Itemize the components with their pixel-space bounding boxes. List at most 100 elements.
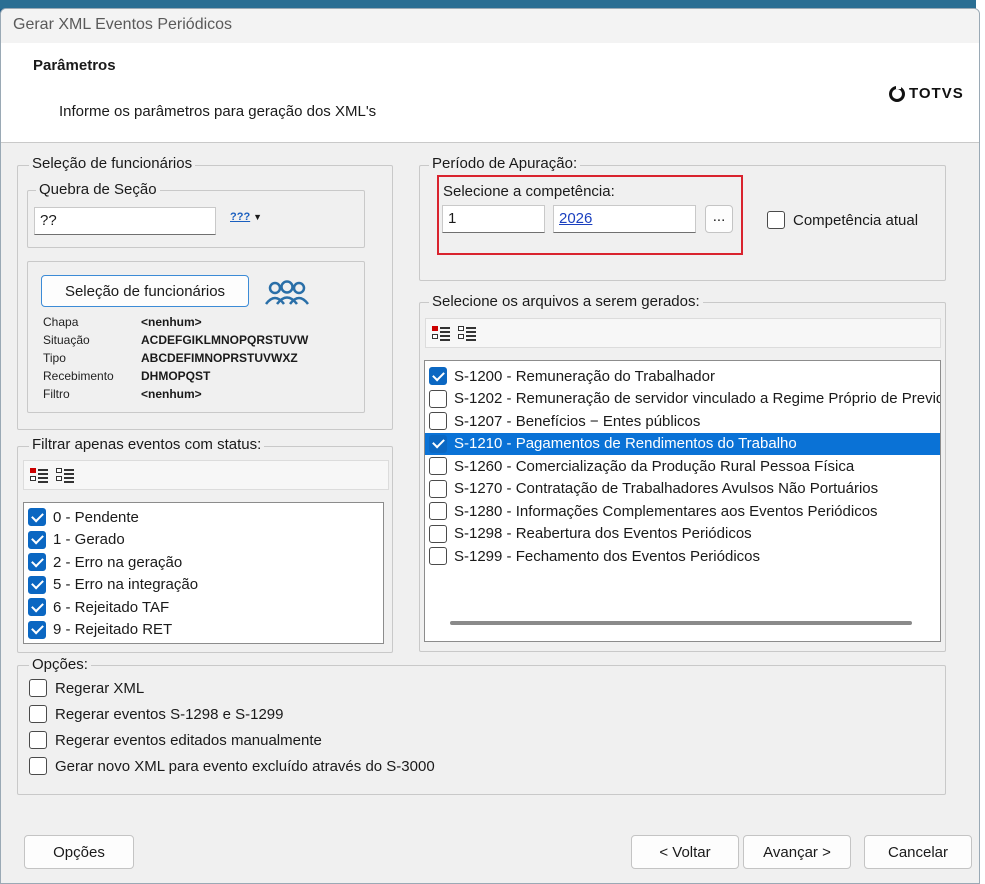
arquivos-checkbox[interactable]: [429, 389, 447, 408]
competencia-atual-checkbox[interactable]: Competência atual: [767, 209, 918, 231]
arquivos-item[interactable]: S-1298 - Reabertura dos Eventos Periódic…: [429, 523, 940, 546]
quebra-selector-button[interactable]: ??? ▼: [230, 211, 262, 223]
title-bar[interactable]: Gerar XML Eventos Periódicos: [1, 9, 979, 43]
opcoes-checkbox[interactable]: [29, 731, 47, 749]
totvs-logo: TOTVS: [889, 84, 964, 102]
opcoes-label: Gerar novo XML para evento excluído atra…: [55, 757, 435, 775]
arquivos-item[interactable]: S-1270 - Contratação de Trabalhadores Av…: [429, 478, 940, 501]
opcoes-label: Regerar eventos S-1298 e S-1299: [55, 705, 284, 723]
arquivos-item[interactable]: S-1202 - Remuneração de servidor vincula…: [429, 388, 940, 411]
status-item[interactable]: 1 - Gerado: [28, 529, 383, 552]
opcoes-group-label: Opções:: [29, 656, 91, 673]
status-checkbox[interactable]: [28, 530, 46, 549]
competencia-label: Selecione a competência:: [443, 183, 615, 200]
opcoes-item[interactable]: Gerar novo XML para evento excluído atra…: [29, 755, 435, 777]
logo-ring-icon: [889, 84, 905, 102]
status-list[interactable]: 0 - Pendente 1 - Gerado 2 - Erro na geraçã…: [23, 502, 384, 644]
avancar-button[interactable]: Avançar >: [743, 835, 851, 869]
uncheck-all-icon[interactable]: [56, 467, 74, 483]
page-subtitle: Informe os parâmetros para geração dos X…: [59, 103, 377, 120]
status-item[interactable]: 9 - Rejeitado RET: [28, 619, 383, 642]
status-label: 9 - Rejeitado RET: [53, 621, 173, 639]
opcoes-button[interactable]: Opções: [24, 835, 134, 869]
status-label: 6 - Rejeitado TAF: [53, 598, 170, 616]
opcoes-label: Regerar eventos editados manualmente: [55, 731, 322, 749]
arquivos-label: S-1210 - Pagamentos de Rendimentos do Tr…: [454, 435, 797, 453]
month-input[interactable]: 1: [442, 205, 545, 233]
status-item[interactable]: 6 - Rejeitado TAF: [28, 596, 383, 619]
dialog-window: Gerar XML Eventos Periódicos Parâmetros …: [0, 8, 980, 884]
arquivos-checkbox[interactable]: [429, 412, 447, 431]
quebra-input[interactable]: ??: [34, 207, 216, 235]
year-input[interactable]: 2026: [553, 205, 696, 233]
arquivos-label: S-1299 - Fechamento dos Eventos Periódic…: [454, 547, 760, 565]
arquivos-item[interactable]: S-1200 - Remuneração do Trabalhador: [429, 365, 940, 388]
opcoes-list: Regerar XML Regerar eventos S-1298 e S-12…: [29, 677, 929, 789]
opcoes-item[interactable]: Regerar XML: [29, 677, 144, 699]
status-checkbox[interactable]: [28, 508, 46, 527]
wizard-header: Parâmetros Informe os parâmetros para ge…: [1, 43, 979, 143]
arquivos-label: S-1207 - Benefícios − Entes públicos: [454, 412, 701, 430]
arquivos-group-label: Selecione os arquivos a serem gerados:: [429, 293, 703, 310]
arquivos-checkbox[interactable]: [429, 479, 447, 498]
selecao-funcionarios-button[interactable]: Seleção de funcionários: [41, 275, 249, 307]
arquivos-label: S-1280 - Informações Complementares aos …: [454, 502, 878, 520]
opcoes-item[interactable]: Regerar eventos editados manualmente: [29, 729, 322, 751]
competencia-atual-box[interactable]: [767, 211, 785, 229]
browse-button[interactable]: ...: [705, 205, 733, 233]
arquivos-toolbar: [425, 318, 941, 348]
arquivos-checkbox[interactable]: [429, 457, 447, 476]
arquivos-checkbox[interactable]: [429, 434, 447, 453]
logo-text: TOTVS: [909, 85, 964, 102]
status-checkbox[interactable]: [28, 575, 46, 594]
check-all-icon[interactable]: [30, 467, 48, 483]
opcoes-item[interactable]: Regerar eventos S-1298 e S-1299: [29, 703, 283, 725]
status-group-label: Filtrar apenas eventos com status:: [29, 436, 265, 453]
opcoes-checkbox[interactable]: [29, 705, 47, 723]
arquivos-checkbox[interactable]: [429, 547, 447, 566]
users-group-icon: [265, 280, 309, 305]
arquivos-label: S-1270 - Contratação de Trabalhadores Av…: [454, 480, 879, 498]
arquivos-item[interactable]: S-1280 - Informações Complementares aos …: [429, 500, 940, 523]
horizontal-scrollbar[interactable]: [450, 621, 912, 625]
window-title: Gerar XML Eventos Periódicos: [13, 16, 233, 33]
cancelar-button[interactable]: Cancelar: [864, 835, 972, 869]
voltar-button[interactable]: < Voltar: [631, 835, 739, 869]
selecao-group-label: Seleção de funcionários: [29, 155, 196, 172]
status-label: 2 - Erro na geração: [53, 553, 183, 571]
status-item[interactable]: 2 - Erro na geração: [28, 551, 383, 574]
status-checkbox[interactable]: [28, 598, 46, 617]
status-checkbox[interactable]: [28, 620, 46, 639]
status-item[interactable]: 0 - Pendente: [28, 506, 383, 529]
status-item[interactable]: 5 - Erro na integração: [28, 574, 383, 597]
opcoes-checkbox[interactable]: [29, 757, 47, 775]
status-label: 5 - Erro na integração: [53, 576, 199, 594]
arquivos-item[interactable]: S-1299 - Fechamento dos Eventos Periódic…: [429, 545, 940, 568]
arquivos-item[interactable]: S-1210 - Pagamentos de Rendimentos do Tr…: [425, 432, 940, 455]
arquivos-item[interactable]: S-1260 - Comercialização da Produção Rur…: [429, 455, 940, 478]
arquivos-checkbox[interactable]: [429, 367, 447, 386]
arquivos-list[interactable]: S-1200 - Remuneração do Trabalhador S-120…: [424, 360, 941, 642]
arquivos-checkbox[interactable]: [429, 502, 447, 521]
check-all-icon[interactable]: [432, 325, 450, 341]
funcionarios-info: Chapa <nenhum> Situação ACDEFGIKLMNOPQRSTU…: [43, 315, 309, 401]
status-label: 1 - Gerado: [53, 531, 125, 549]
page-title: Parâmetros: [33, 57, 116, 74]
opcoes-label: Regerar XML: [55, 679, 145, 697]
quebra-label: Quebra de Seção: [36, 181, 160, 198]
status-checkbox[interactable]: [28, 553, 46, 572]
arquivos-label: S-1260 - Comercialização da Produção Rur…: [454, 457, 855, 475]
uncheck-all-icon[interactable]: [458, 325, 476, 341]
arquivos-label: S-1200 - Remuneração do Trabalhador: [454, 367, 715, 385]
opcoes-checkbox[interactable]: [29, 679, 47, 697]
competencia-atual-label: Competência atual: [793, 211, 919, 229]
arquivos-checkbox[interactable]: [429, 524, 447, 543]
arquivos-label: S-1202 - Remuneração de servidor vincula…: [454, 390, 940, 408]
status-label: 0 - Pendente: [53, 508, 139, 526]
arquivos-item[interactable]: S-1207 - Benefícios − Entes públicos: [429, 410, 940, 433]
status-toolbar: [23, 460, 389, 490]
periodo-group-label: Período de Apuração:: [429, 155, 581, 172]
chevron-down-icon: ▼: [253, 212, 263, 222]
arquivos-label: S-1298 - Reabertura dos Eventos Periódic…: [454, 525, 752, 543]
quebra-icon-text: ???: [230, 211, 251, 223]
